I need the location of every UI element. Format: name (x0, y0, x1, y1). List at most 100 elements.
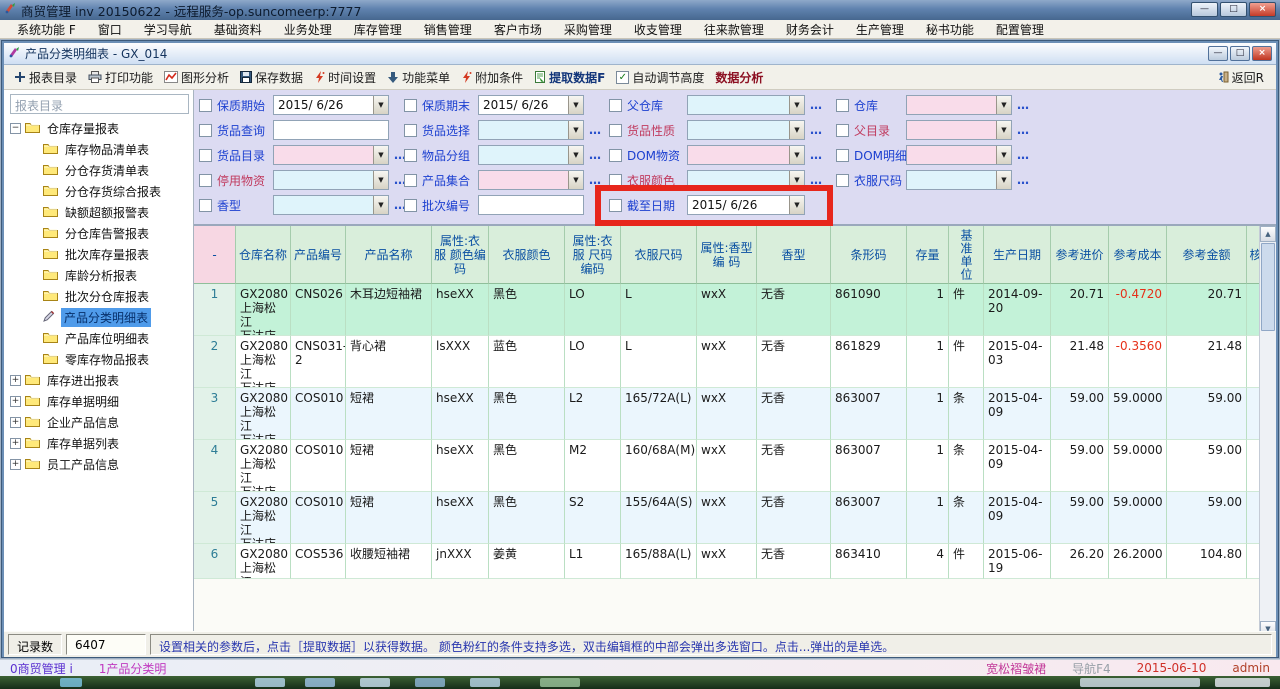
more-options-button[interactable]: … (1017, 148, 1030, 162)
filter-combobox[interactable]: ▼ (478, 170, 584, 190)
filter-checkbox[interactable] (404, 174, 417, 187)
menu-item-9[interactable]: 采购管理 (553, 21, 623, 38)
column-header-11[interactable]: 条形码 (831, 226, 907, 284)
expand-icon[interactable]: + (10, 459, 21, 470)
more-options-button[interactable]: … (1017, 123, 1030, 137)
report-search-box[interactable]: 报表目录 (10, 94, 189, 114)
filter-checkbox[interactable] (199, 174, 212, 187)
dropdown-arrow-icon[interactable]: ▼ (373, 196, 388, 214)
data-analysis-button[interactable]: 数据分析 (710, 67, 768, 88)
collapse-icon[interactable]: − (10, 123, 21, 134)
tree-item-7[interactable]: 批次库存量报表 (8, 244, 191, 265)
filter-combobox[interactable]: ▼ (273, 195, 389, 215)
tree-item-2[interactable]: 库存物品清单表 (8, 139, 191, 160)
tree-item-4[interactable]: 分仓存货综合报表 (8, 181, 191, 202)
filter-checkbox[interactable] (836, 174, 849, 187)
table-row-5[interactable]: 5GX2080 上海松江 万达店COS010短裙hseXX黑色S2155/64A… (194, 492, 1259, 544)
child-restore-button[interactable]: □ (1230, 46, 1250, 61)
menu-item-10[interactable]: 收支管理 (623, 21, 693, 38)
table-row-3[interactable]: 3GX2080 上海松江 万达店COS010短裙hseXX黑色L2165/72A… (194, 388, 1259, 440)
filter-combobox[interactable]: ▼ (906, 95, 1012, 115)
column-header-4[interactable]: 产品名称 (346, 226, 432, 284)
dropdown-arrow-icon[interactable]: ▼ (996, 121, 1011, 139)
menu-item-6[interactable]: 库存管理 (343, 21, 413, 38)
report-dir-button[interactable]: 报表目录 (9, 67, 82, 88)
column-header-18[interactable]: 核算 (1247, 226, 1259, 284)
more-options-button[interactable]: … (589, 123, 602, 137)
expand-icon[interactable]: + (10, 396, 21, 407)
filter-checkbox[interactable] (609, 174, 622, 187)
minimize-button[interactable]: — (1191, 2, 1218, 17)
dropdown-arrow-icon[interactable]: ▼ (568, 96, 583, 114)
dropdown-arrow-icon[interactable]: ▼ (996, 146, 1011, 164)
table-row-2[interactable]: 2GX2080 上海松江 万达店CNS031-2背心裙lsXXX蓝色LOLwxX… (194, 336, 1259, 388)
dropdown-arrow-icon[interactable]: ▼ (373, 146, 388, 164)
more-options-button[interactable]: … (1017, 173, 1030, 187)
dropdown-arrow-icon[interactable]: ▼ (789, 196, 804, 214)
column-header-17[interactable]: 参考金额 (1167, 226, 1247, 284)
tree-item-15[interactable]: +企业产品信息 (8, 412, 191, 433)
expand-icon[interactable]: + (10, 417, 21, 428)
menu-item-4[interactable]: 基础资料 (203, 21, 273, 38)
filter-checkbox[interactable] (404, 99, 417, 112)
auto-height-toggle[interactable]: ✓自动调节高度 (611, 67, 709, 88)
filter-combobox[interactable]: ▼ (906, 145, 1012, 165)
dropdown-arrow-icon[interactable]: ▼ (996, 96, 1011, 114)
tree-item-12[interactable]: 零库存物品报表 (8, 349, 191, 370)
column-header-7[interactable]: 属性:衣服 尺码编码 (565, 226, 621, 284)
column-header-8[interactable]: 衣服尺码 (621, 226, 697, 284)
dropdown-arrow-icon[interactable]: ▼ (373, 171, 388, 189)
menu-item-1[interactable]: 系统功能 F (6, 21, 87, 38)
column-header-10[interactable]: 香型 (757, 226, 831, 284)
more-options-button[interactable]: … (589, 173, 602, 187)
filter-checkbox[interactable] (836, 124, 849, 137)
filter-checkbox[interactable] (609, 124, 622, 137)
filter-combobox[interactable]: ▼ (687, 170, 805, 190)
filter-combobox[interactable]: ▼ (687, 145, 805, 165)
filter-checkbox[interactable] (199, 99, 212, 112)
tree-item-17[interactable]: +员工产品信息 (8, 454, 191, 475)
menu-item-14[interactable]: 秘书功能 (915, 21, 985, 38)
tree-item-6[interactable]: 分仓库告警报表 (8, 223, 191, 244)
tree-item-13[interactable]: +库存进出报表 (8, 370, 191, 391)
column-header-12[interactable]: 存量 (907, 226, 949, 284)
filter-checkbox[interactable] (609, 199, 622, 212)
tree-item-1[interactable]: −仓库存量报表 (8, 118, 191, 139)
close-button[interactable]: × (1249, 2, 1276, 17)
tree-item-11[interactable]: 产品库位明细表 (8, 328, 191, 349)
column-header-13[interactable]: 基准单位 (949, 226, 984, 284)
filter-combobox[interactable]: ▼ (687, 95, 805, 115)
table-row-1[interactable]: 1GX2080 上海松江 万达店CNS026木耳边短袖裙hseXX黑色LOLwx… (194, 284, 1259, 336)
menu-item-15[interactable]: 配置管理 (985, 21, 1055, 38)
filter-combobox[interactable]: ▼ (478, 145, 584, 165)
tree-item-8[interactable]: 库龄分析报表 (8, 265, 191, 286)
filter-combobox[interactable]: ▼ (687, 120, 805, 140)
menu-item-11[interactable]: 往来款管理 (693, 21, 775, 38)
table-row-4[interactable]: 4GX2080 上海松江 万达店COS010短裙hseXX黑色M2160/68A… (194, 440, 1259, 492)
more-options-button[interactable]: … (810, 173, 823, 187)
tree-item-14[interactable]: +库存单据明细 (8, 391, 191, 412)
filter-combobox[interactable]: ▼ (273, 170, 389, 190)
more-options-button[interactable]: … (1017, 98, 1030, 112)
menu-item-13[interactable]: 生产管理 (845, 21, 915, 38)
filter-checkbox[interactable] (609, 149, 622, 162)
dropdown-arrow-icon[interactable]: ▼ (373, 96, 388, 114)
expand-icon[interactable]: + (10, 438, 21, 449)
filter-checkbox[interactable] (836, 149, 849, 162)
column-header-14[interactable]: 生产日期 (984, 226, 1051, 284)
column-header-3[interactable]: 产品编号 (291, 226, 346, 284)
window-link-2[interactable]: 1产品分类明 (99, 660, 167, 677)
dropdown-arrow-icon[interactable]: ▼ (568, 171, 583, 189)
more-options-button[interactable]: … (810, 123, 823, 137)
more-options-button[interactable]: … (589, 148, 602, 162)
dropdown-arrow-icon[interactable]: ▼ (789, 146, 804, 164)
filter-checkbox[interactable] (199, 149, 212, 162)
extract-data-button[interactable]: 提取数据F (529, 67, 610, 88)
column-header-2[interactable]: 仓库名称 (236, 226, 291, 284)
tree-item-16[interactable]: +库存单据列表 (8, 433, 191, 454)
more-options-button[interactable]: … (810, 98, 823, 112)
filter-checkbox[interactable] (404, 149, 417, 162)
return-button[interactable]: 返回R (1212, 67, 1269, 88)
tree-item-3[interactable]: 分仓存货清单表 (8, 160, 191, 181)
chart-analysis-button[interactable]: 图形分析 (159, 67, 234, 88)
